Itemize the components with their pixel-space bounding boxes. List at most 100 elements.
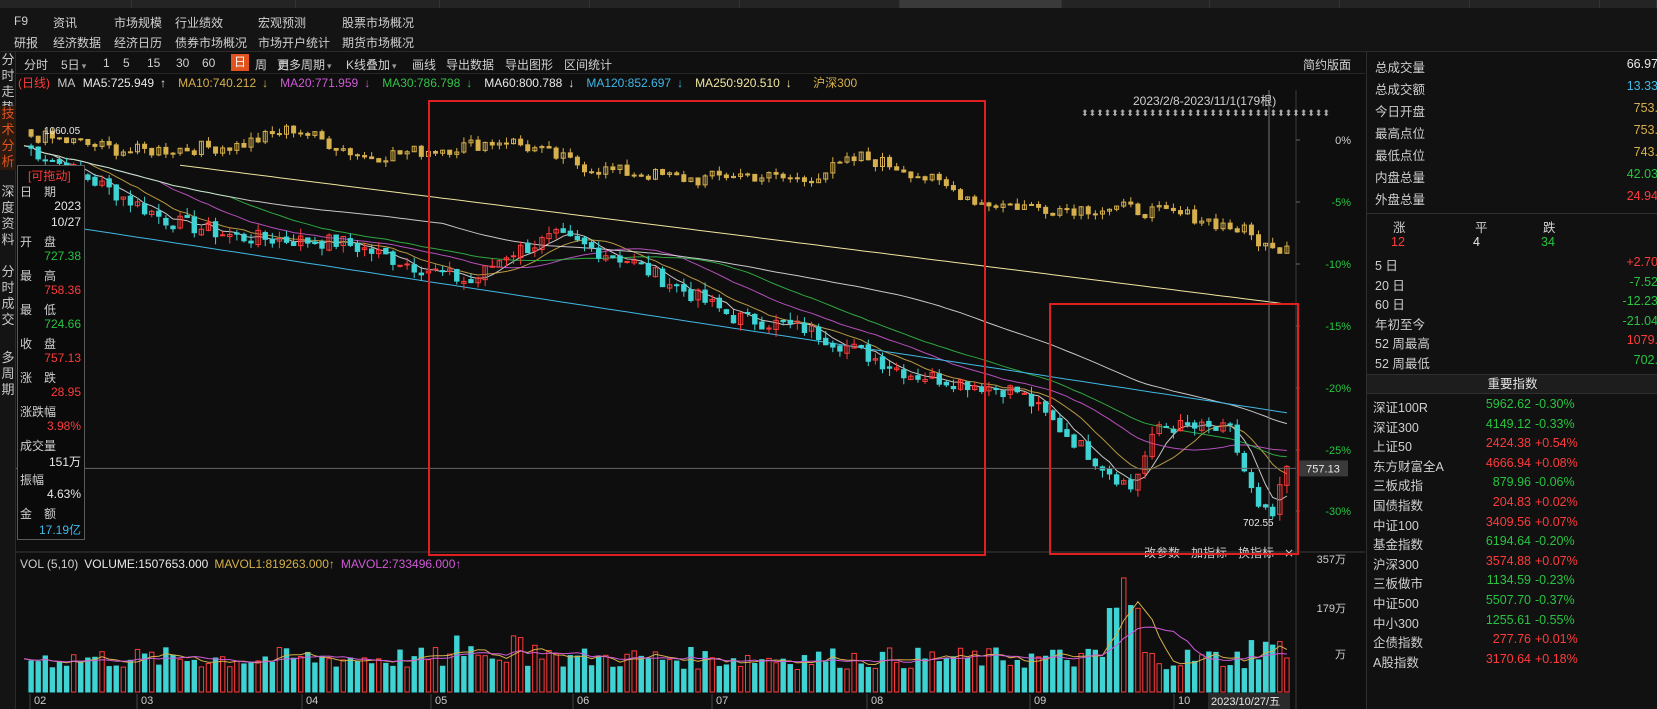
- index-row[interactable]: 中小300 1255.61 -0.55%: [1373, 613, 1657, 632]
- ma-value-text: MA10:740.212: [178, 76, 257, 90]
- volume-value: VOLUME:1507653.000: [84, 557, 208, 571]
- menu-item[interactable]: 股票市场概况: [342, 14, 414, 31]
- candle-body: [397, 264, 403, 267]
- candle-body: [588, 242, 595, 248]
- period-button[interactable]: 5日 ▾: [61, 56, 86, 73]
- overlay-candle-body: [489, 141, 495, 146]
- kline-overlay-button[interactable]: K线叠加 ▾: [346, 56, 397, 73]
- tool-button[interactable]: 导出图形: [505, 56, 553, 73]
- overlay-candle-body: [503, 142, 509, 145]
- menu-item[interactable]: 期货市场概况: [342, 34, 414, 51]
- overlay-candle-body: [475, 139, 481, 151]
- volume-bar: [475, 654, 481, 693]
- tool-button[interactable]: 画线: [412, 56, 436, 73]
- vol-tool-button[interactable]: 改参数: [1144, 545, 1180, 560]
- window-tab[interactable]: [1600, 0, 1657, 8]
- index-row[interactable]: 三板做市 1134.59 -0.23%: [1373, 573, 1657, 592]
- range-label: 2023/2/8-2023/11/1(179根): [1133, 94, 1276, 108]
- period-button[interactable]: 15: [147, 56, 160, 70]
- menu-item[interactable]: 市场开户统计: [258, 34, 330, 51]
- more-period-button[interactable]: 更多周期 ▾: [277, 56, 332, 73]
- volume-bar: [205, 662, 212, 693]
- candle-body: [1064, 429, 1070, 437]
- index-row[interactable]: 基金指数 6194.64 -0.20%: [1373, 534, 1657, 553]
- window-tab[interactable]: [1062, 0, 1210, 8]
- candle-body: [1000, 390, 1006, 398]
- overlay-label[interactable]: 沪深300: [813, 76, 857, 90]
- volume-bar: [922, 658, 928, 693]
- vol-tool-button[interactable]: 加指标: [1191, 545, 1227, 560]
- candle-body: [418, 272, 425, 276]
- index-row[interactable]: 国债指数 204.83 +0.02%: [1373, 495, 1657, 514]
- period-button[interactable]: 30: [176, 56, 189, 70]
- period-button[interactable]: 周: [255, 56, 267, 73]
- volume-bar: [1184, 649, 1191, 693]
- window-tab[interactable]: [132, 0, 296, 8]
- menu-item[interactable]: 经济数据: [53, 34, 101, 51]
- candle-body: [964, 381, 971, 391]
- index-row[interactable]: 三板成指 879.96 -0.06%: [1373, 475, 1657, 494]
- kline-chart[interactable]: 0% -5% -10% -15% -20% -25% -30% 757.13 1060.05 70…: [16, 90, 1365, 709]
- index-row[interactable]: 中证500 5507.70 -0.37%: [1373, 593, 1657, 612]
- left-nav-tab[interactable]: 分时成交: [0, 264, 16, 328]
- window-tab[interactable]: [0, 0, 132, 8]
- index-row[interactable]: 深证100R 5962.62 -0.30%: [1373, 397, 1657, 416]
- index-row[interactable]: 企债指数 277.76 +0.01%: [1373, 632, 1657, 651]
- index-row[interactable]: 沪深300 3574.88 +0.07%: [1373, 554, 1657, 573]
- index-row[interactable]: 中证100 3409.56 +0.07%: [1373, 515, 1657, 534]
- overlay-candle-body: [369, 156, 375, 160]
- index-value: 3574.88: [1485, 553, 1531, 568]
- left-nav-tab[interactable]: 技术分析: [0, 106, 16, 170]
- volume-bar: [347, 657, 354, 693]
- ma-value-text: MA250:920.510: [695, 76, 780, 90]
- draggable-info-panel[interactable]: [可拖动] 日 期 2023 10/27 开 盘 727.38 最 高 758.36 最 低 72…: [17, 165, 85, 540]
- tool-button[interactable]: 区间统计: [564, 56, 612, 73]
- left-nav-tab[interactable]: 多周期: [0, 350, 16, 398]
- index-row[interactable]: 东方财富全A 4666.94 +0.08%: [1373, 456, 1657, 475]
- menu-item[interactable]: 市场规模: [114, 14, 162, 31]
- menu-item[interactable]: 经济日历: [114, 34, 162, 51]
- window-tab[interactable]: [296, 0, 440, 8]
- volume-bar: [929, 651, 935, 693]
- period-button[interactable]: 1: [103, 56, 110, 70]
- volume-bar: [1227, 665, 1233, 693]
- menu-item[interactable]: 行业绩效: [175, 14, 223, 31]
- window-tab[interactable]: [900, 0, 1062, 8]
- window-tab[interactable]: [1210, 0, 1340, 8]
- overlay-candle-body: [213, 146, 219, 154]
- perf-value: -12.23: [1622, 294, 1657, 308]
- candle-body: [219, 234, 226, 237]
- index-row[interactable]: A股指数 3170.64 +0.18%: [1373, 652, 1657, 671]
- index-change-pct: +0.18%: [1535, 651, 1578, 666]
- window-tab[interactable]: [1340, 0, 1470, 8]
- ma-arrow-icon: ↑: [160, 76, 167, 90]
- overlay-candle-body: [865, 151, 871, 161]
- volume-bar: [823, 661, 829, 693]
- menu-item[interactable]: 资讯: [53, 14, 77, 31]
- window-tab[interactable]: [440, 0, 590, 8]
- menu-item[interactable]: F9: [14, 14, 28, 28]
- info-panel-title: [可拖动]: [28, 169, 71, 183]
- period-button[interactable]: 5: [123, 56, 130, 70]
- vol-tool-button[interactable]: 换指标: [1238, 545, 1274, 560]
- volume-bar: [446, 653, 453, 693]
- window-tab[interactable]: [1470, 0, 1600, 8]
- index-value: 1134.59: [1486, 573, 1531, 588]
- overlay-candle-body: [255, 137, 261, 143]
- window-tab[interactable]: [740, 0, 900, 8]
- volume-bar: [1021, 667, 1028, 693]
- tool-button[interactable]: 导出数据: [446, 56, 494, 73]
- index-row[interactable]: 深证300 4149.12 -0.33%: [1373, 417, 1657, 436]
- candle-body: [312, 241, 318, 245]
- candle-body: [283, 236, 290, 243]
- index-row[interactable]: 上证50 2424.38 +0.54%: [1373, 436, 1657, 455]
- window-tab[interactable]: [590, 0, 740, 8]
- left-nav-tab[interactable]: 深度资料: [0, 184, 16, 248]
- menu-item[interactable]: 研报: [14, 34, 38, 51]
- simple-layout-button[interactable]: 简约版面: [1303, 56, 1351, 73]
- menu-item[interactable]: 宏观预测: [258, 14, 306, 31]
- menu-item[interactable]: 债券市场概况: [175, 34, 247, 51]
- period-button[interactable]: 分时: [24, 56, 48, 73]
- period-button[interactable]: 日: [231, 54, 250, 71]
- period-button[interactable]: 60: [202, 56, 215, 70]
